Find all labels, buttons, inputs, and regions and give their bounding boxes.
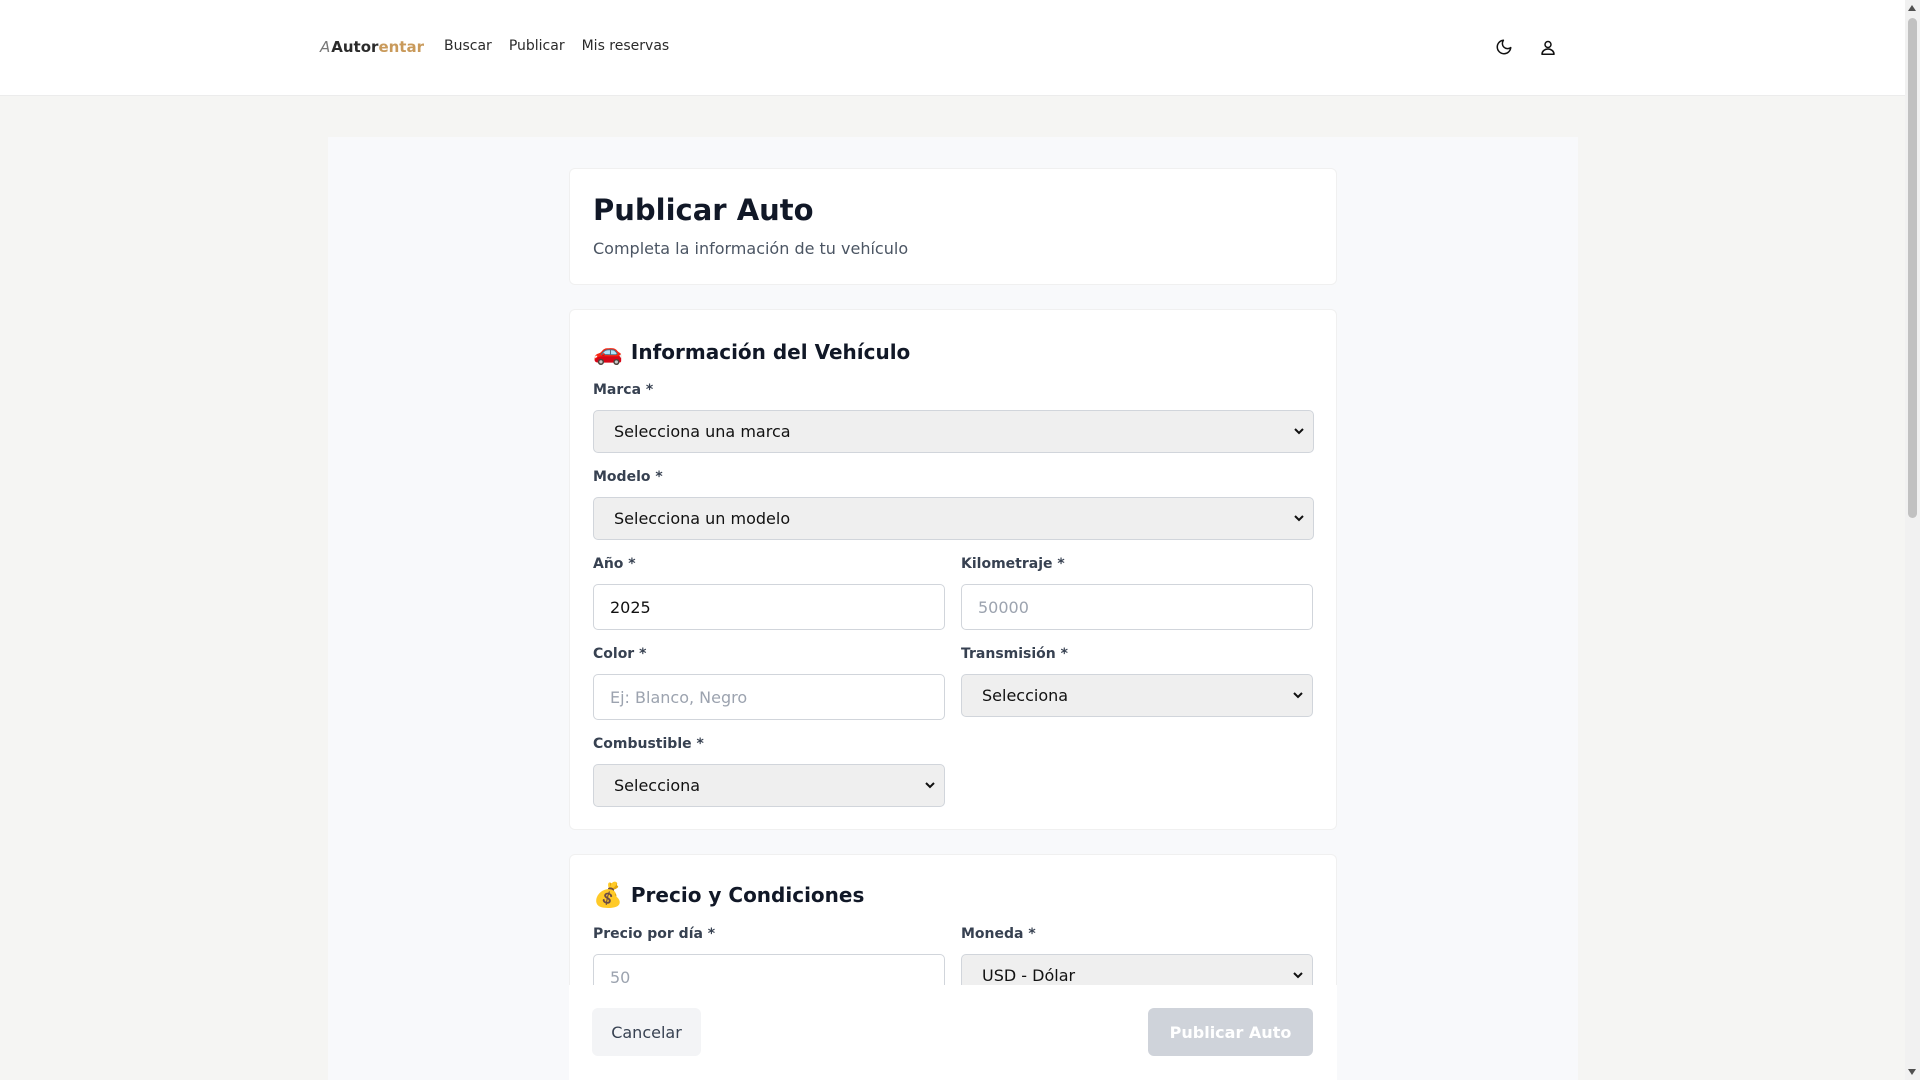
nav-link-buscar[interactable]: Buscar [444, 38, 492, 54]
marca-select[interactable]: Selecciona una marca [593, 410, 1314, 453]
combustible-select[interactable]: Selecciona [593, 764, 945, 807]
cancel-button[interactable]: Cancelar [592, 1008, 701, 1056]
moon-icon [1496, 39, 1512, 55]
user-icon [1541, 40, 1555, 55]
header-actions [1494, 36, 1558, 58]
page-header-card: Publicar Auto Completa la información de… [569, 168, 1337, 285]
nav-link-mis-reservas[interactable]: Mis reservas [582, 38, 670, 54]
modelo-select[interactable]: Selecciona un modelo [593, 497, 1314, 540]
theme-toggle-button[interactable] [1494, 36, 1514, 58]
transmision-select-value: Selecciona [982, 686, 1069, 705]
form-actions-bar: Cancelar Publicar Auto [569, 985, 1337, 1080]
transmision-select[interactable]: Selecciona [961, 674, 1313, 717]
page-subtitle: Completa la información de tu vehículo [593, 239, 909, 258]
chevron-down-icon [925, 782, 935, 789]
chevron-down-icon [1293, 692, 1303, 699]
modelo-select-value: Selecciona un modelo [614, 509, 791, 528]
combustible-select-value: Selecciona [614, 776, 701, 795]
logo-mark: A [320, 38, 331, 56]
moneda-select-value: USD - Dólar [982, 966, 1076, 985]
anio-input[interactable]: 2025 [593, 584, 945, 630]
color-label: Color * [593, 646, 647, 662]
transmision-label: Transmisión * [961, 646, 1068, 662]
combustible-label: Combustible * [593, 736, 704, 752]
vehicle-section-title: 🚗 Información del Vehículo [593, 338, 910, 366]
anio-label: Año * [593, 556, 636, 572]
moneda-label: Moneda * [961, 926, 1036, 942]
price-section-title: 💰 Precio y Condiciones [593, 881, 864, 909]
precio-label: Precio por día * [593, 926, 716, 942]
top-navbar: A Autor entar Buscar Publicar Mis reserv… [0, 0, 1905, 96]
money-bag-icon: 💰 [593, 881, 623, 909]
page-title: Publicar Auto [593, 193, 814, 227]
vehicle-info-card: 🚗 Información del Vehículo Marca * Selec… [569, 309, 1337, 830]
user-menu-button[interactable] [1538, 36, 1558, 58]
vehicle-section-heading: Información del Vehículo [630, 340, 911, 364]
page-scrollbar[interactable] [1905, 0, 1920, 1080]
scroll-down-arrow-icon[interactable] [1908, 1069, 1916, 1075]
logo[interactable]: A Autor entar [320, 38, 424, 56]
color-input[interactable]: Ej: Blanco, Negro [593, 674, 945, 720]
scrollbar-thumb[interactable] [1908, 18, 1917, 518]
chevron-down-icon [1294, 515, 1304, 522]
marca-label: Marca * [593, 382, 654, 398]
chevron-down-icon [1294, 428, 1304, 435]
publish-button[interactable]: Publicar Auto [1148, 1008, 1313, 1056]
logo-text-accent: entar [378, 38, 424, 56]
kilometraje-label: Kilometraje * [961, 556, 1065, 572]
marca-select-value: Selecciona una marca [614, 422, 791, 441]
nav-link-publicar[interactable]: Publicar [509, 38, 565, 54]
modelo-label: Modelo * [593, 469, 663, 485]
logo-text-primary: Autor [331, 38, 379, 56]
chevron-down-icon [1293, 972, 1303, 979]
car-icon: 🚗 [593, 338, 623, 366]
price-section-heading: Precio y Condiciones [630, 883, 865, 907]
kilometraje-input[interactable]: 50000 [961, 584, 1313, 630]
scroll-up-arrow-icon[interactable] [1908, 5, 1916, 11]
main-nav: Buscar Publicar Mis reservas [444, 38, 669, 54]
